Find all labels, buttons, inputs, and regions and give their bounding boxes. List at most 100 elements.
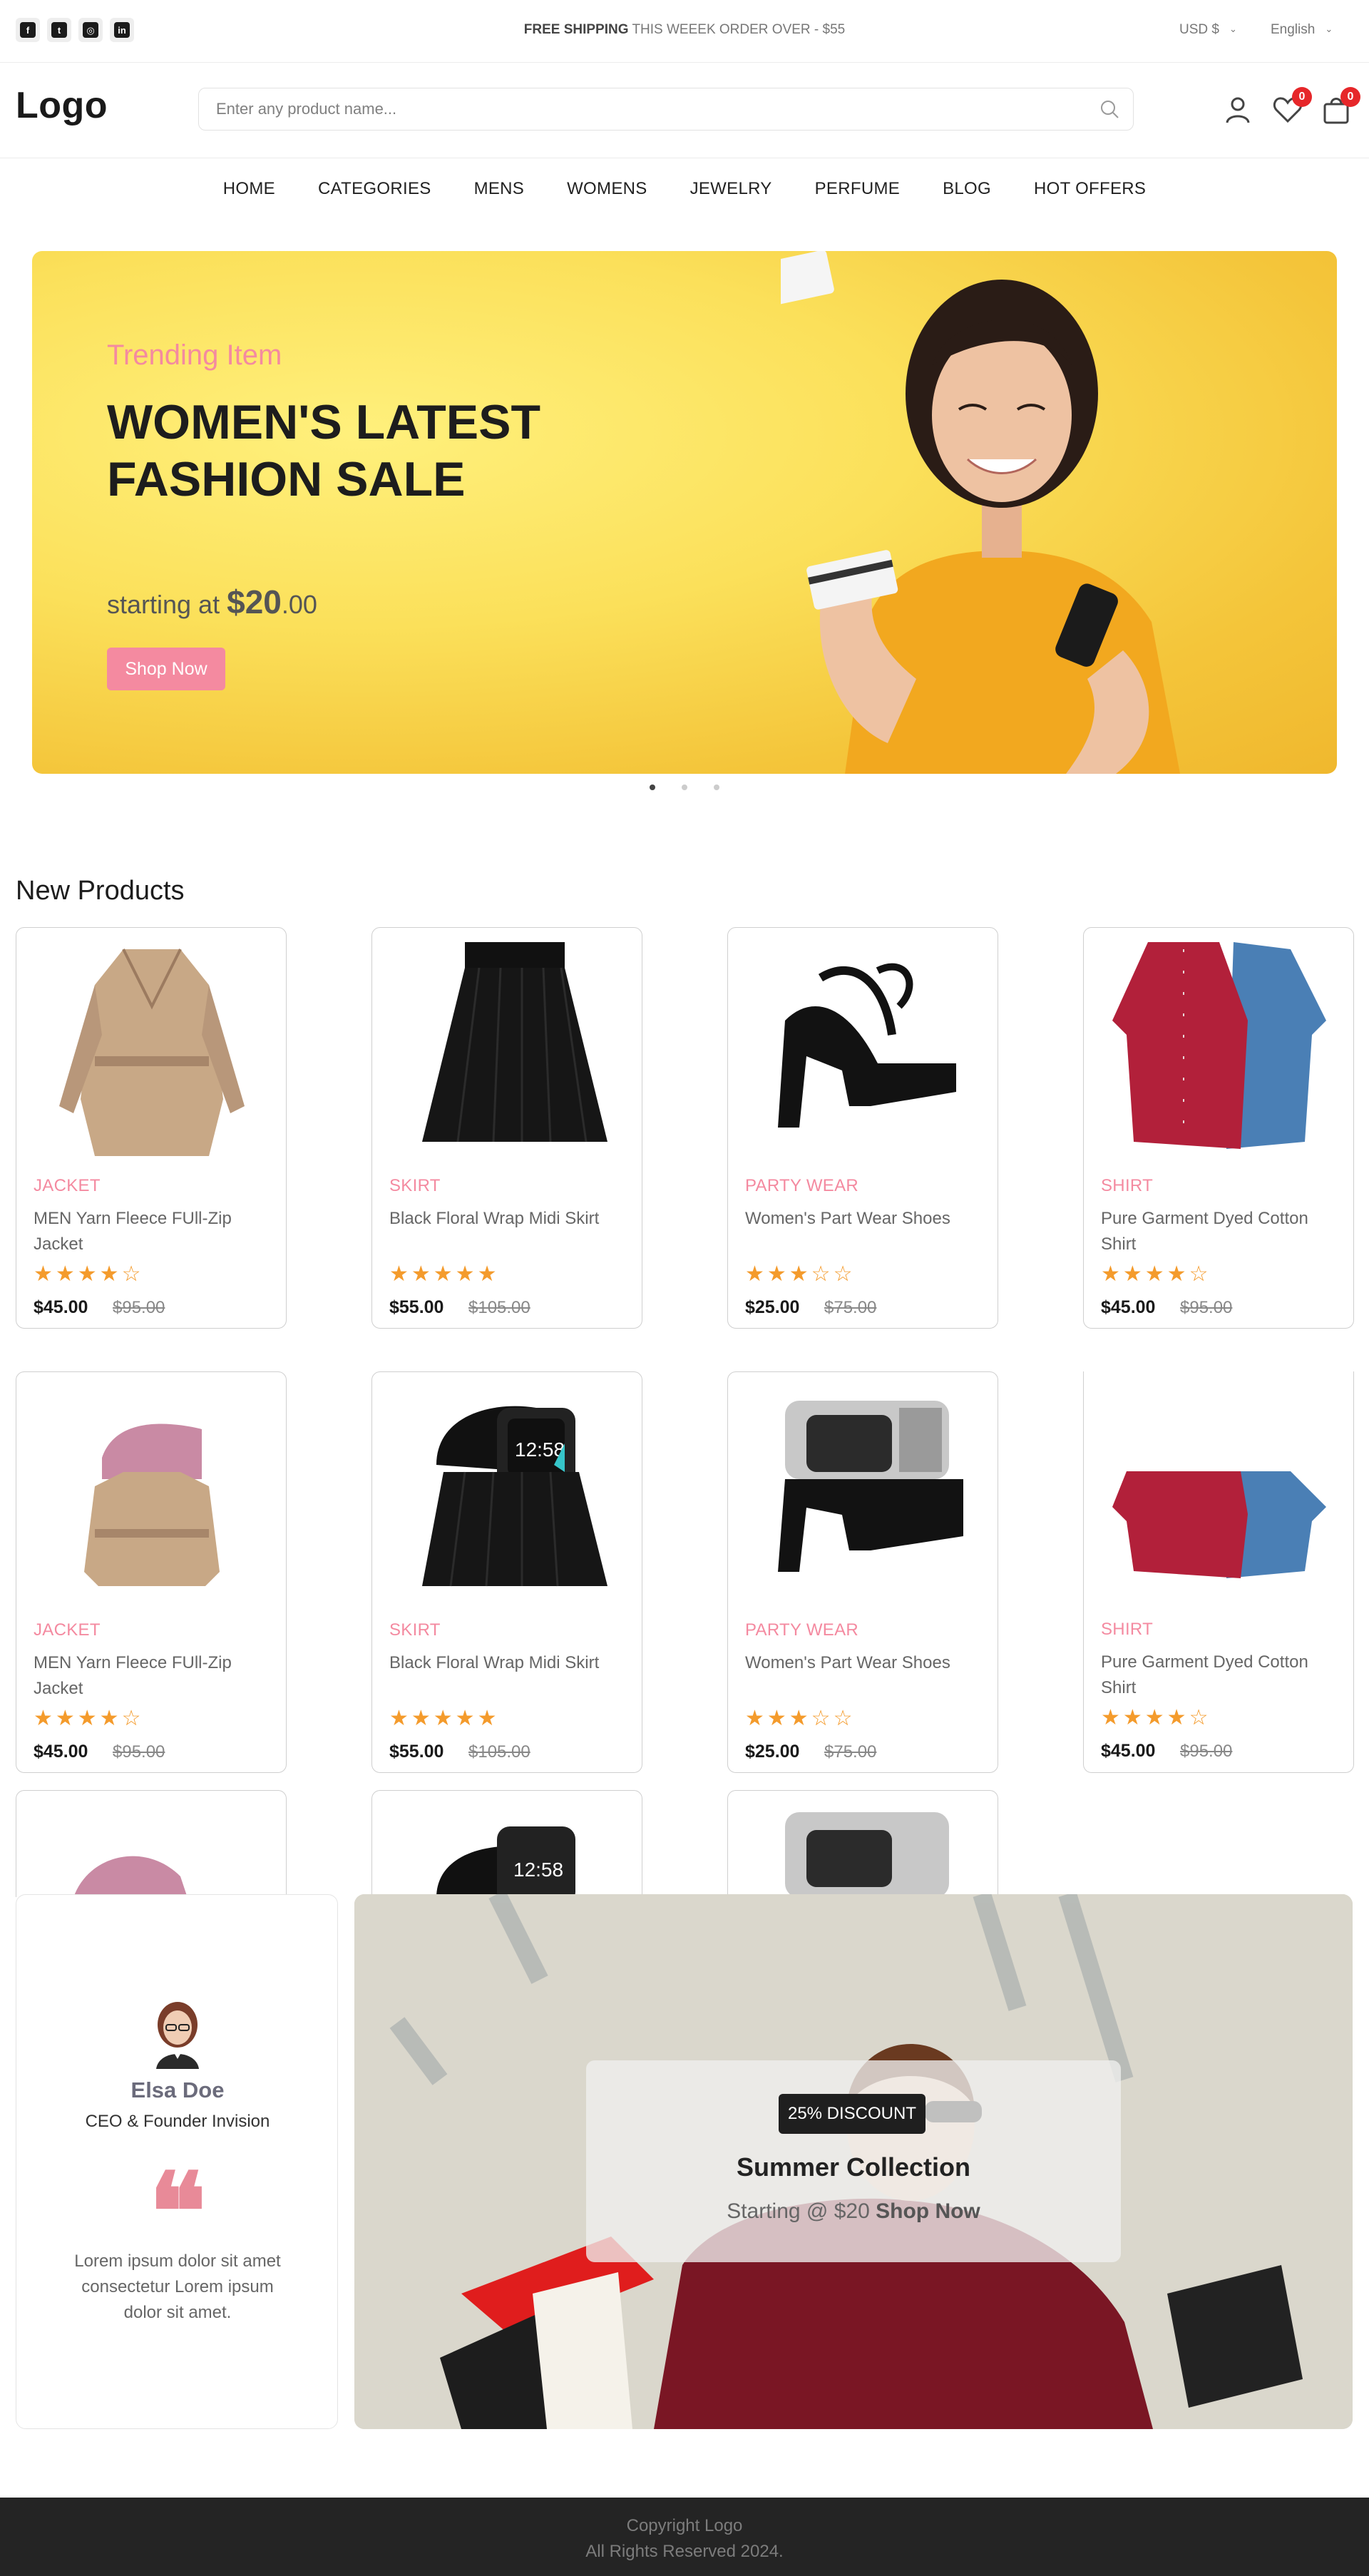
avatar <box>156 2002 199 2069</box>
product-name[interactable]: Black Floral Wrap Midi Skirt <box>389 1206 603 1232</box>
rating-stars: ★★★★☆ <box>34 1707 144 1730</box>
carousel-dot[interactable] <box>682 784 687 790</box>
search-icon[interactable] <box>1099 98 1120 120</box>
jacket-image <box>59 949 245 1156</box>
search-input[interactable] <box>216 88 1072 129</box>
hero-price-prefix: starting at <box>107 590 220 619</box>
banner-shop-now-link[interactable]: Shop Now <box>876 2199 980 2223</box>
nav-item-blog[interactable]: BLOG <box>943 179 991 199</box>
nav-item-jewelry[interactable]: JEWELRY <box>690 179 772 199</box>
product-name[interactable]: MEN Yarn Fleece FUll-Zip Jacket <box>34 1650 247 1702</box>
product-price: $45.00 <box>34 1742 88 1762</box>
hero-price-main: $20 <box>227 583 282 620</box>
product-price: $55.00 <box>389 1297 444 1317</box>
carousel-dot[interactable] <box>650 784 655 790</box>
product-category: JACKET <box>34 1176 101 1195</box>
product-card[interactable]: SHIRT Pure Garment Dyed Cotton Shirt ★★★… <box>1083 927 1354 1329</box>
product-name[interactable]: Women's Part Wear Shoes <box>745 1206 959 1232</box>
currency-select[interactable]: USD $ ⌄ <box>1179 22 1237 38</box>
rating-stars: ★★★☆☆ <box>745 1262 856 1286</box>
product-name[interactable]: MEN Yarn Fleece FUll-Zip Jacket <box>34 1206 247 1257</box>
shirt-image <box>1112 942 1326 1149</box>
nav-item-womens[interactable]: WOMENS <box>567 179 647 199</box>
jacket-image <box>84 1424 220 1586</box>
carousel-dot[interactable] <box>714 784 719 790</box>
testimonial-name: Elsa Doe <box>130 2077 225 2102</box>
cart-button[interactable]: 0 <box>1321 87 1360 126</box>
nav-item-categories[interactable]: CATEGORIES <box>318 179 431 199</box>
nav-item-hot-offers[interactable]: HOT OFFERS <box>1034 179 1146 199</box>
hero-model-image <box>781 251 1180 774</box>
hero-banner: Trending Item WOMEN'S LATEST FASHION SAL… <box>32 251 1337 774</box>
shop-now-button[interactable]: Shop Now <box>107 648 225 690</box>
product-category: PARTY WEAR <box>745 1176 859 1195</box>
product-price: $45.00 <box>34 1297 88 1317</box>
product-category: SKIRT <box>389 1176 441 1195</box>
product-name[interactable]: Black Floral Wrap Midi Skirt <box>389 1650 603 1676</box>
skirt-image: 12:58 <box>422 1406 607 1587</box>
testimonial-role: CEO & Founder Invision <box>85 2112 270 2131</box>
product-card[interactable]: SHIRT Pure Garment Dyed Cotton Shirt ★★★… <box>1083 1371 1354 1773</box>
footer: Copyright Logo All Rights Reserved 2024. <box>0 2498 1369 2576</box>
product-price: $55.00 <box>389 1742 444 1762</box>
banner-start-text: Starting @ $20 <box>727 2199 870 2223</box>
search-bar <box>198 88 1134 131</box>
product-category: SHIRT <box>1101 1620 1154 1639</box>
product-card[interactable]: 12:58 <box>371 1790 642 1897</box>
shirt-image <box>1112 1471 1326 1578</box>
nav-item-perfume[interactable]: PERFUME <box>815 179 900 199</box>
product-old-price: $95.00 <box>1180 1298 1233 1317</box>
jacket-image <box>73 1856 188 1897</box>
product-card[interactable]: PARTY WEAR Women's Part Wear Shoes ★★★☆☆… <box>727 1371 998 1773</box>
skirt-image <box>422 942 607 1143</box>
nav-item-mens[interactable]: MENS <box>474 179 525 199</box>
product-price: $25.00 <box>745 1742 800 1762</box>
logo[interactable]: Logo <box>16 84 108 127</box>
currency-value: USD $ <box>1179 22 1219 37</box>
product-name[interactable]: Pure Garment Dyed Cotton Shirt <box>1101 1206 1315 1257</box>
chevron-down-icon: ⌄ <box>1229 24 1237 34</box>
product-card[interactable]: JACKET MEN Yarn Fleece FUll-Zip Jacket ★… <box>16 927 287 1329</box>
testimonial-card: Elsa Doe CEO & Founder Invision ❝ Lorem … <box>16 1894 338 2429</box>
product-card[interactable]: PARTY WEAR Women's Part Wear Shoes ★★★☆☆… <box>727 927 998 1329</box>
shoes-image <box>778 963 956 1128</box>
product-name[interactable]: Pure Garment Dyed Cotton Shirt <box>1101 1650 1315 1701</box>
rating-stars: ★★★★★ <box>389 1262 500 1286</box>
product-old-price: $75.00 <box>824 1298 877 1317</box>
hero-price-cents: .00 <box>281 590 317 619</box>
cart-count-badge: 0 <box>1340 87 1360 107</box>
copyright-text: Copyright Logo <box>626 2516 743 2535</box>
language-select[interactable]: English ⌄ <box>1271 22 1333 38</box>
product-old-price: $105.00 <box>468 1298 530 1317</box>
shoes-image <box>778 1401 963 1572</box>
product-card[interactable] <box>16 1790 287 1897</box>
product-card[interactable]: 12:58 SKIRT Black Floral Wrap Midi Skirt… <box>371 1371 642 1773</box>
product-card[interactable]: JACKET MEN Yarn Fleece FUll-Zip Jacket ★… <box>16 1371 287 1773</box>
new-products-title: New Products <box>16 876 185 906</box>
product-price: $45.00 <box>1101 1741 1156 1761</box>
hero-title: WOMEN'S LATEST FASHION SALE <box>107 395 540 506</box>
shipping-notice: FREE SHIPPING THIS WEEEK ORDER OVER - $5… <box>0 22 1369 38</box>
nav-item-home[interactable]: HOME <box>223 179 275 199</box>
product-category: SKIRT <box>389 1620 441 1640</box>
main-nav: HOME CATEGORIES MENS WOMENS JEWELRY PERF… <box>0 158 1369 220</box>
product-price: $25.00 <box>745 1297 800 1317</box>
testimonial-text: Lorem ipsum dolor sit amet consectetur L… <box>74 2252 281 2322</box>
svg-text:12:58: 12:58 <box>515 1438 565 1461</box>
product-name[interactable]: Women's Part Wear Shoes <box>745 1650 959 1676</box>
shipping-bold: FREE SHIPPING <box>523 22 629 37</box>
product-card[interactable] <box>727 1790 998 1897</box>
user-icon[interactable] <box>1222 94 1253 126</box>
product-category: SHIRT <box>1101 1176 1154 1195</box>
watch-image <box>785 1812 949 1897</box>
discount-badge: 25% DISCOUNT <box>779 2094 926 2134</box>
rating-stars: ★★★★☆ <box>1101 1262 1211 1286</box>
wishlist-button[interactable]: 0 <box>1272 87 1312 126</box>
svg-text:12:58: 12:58 <box>513 1859 563 1881</box>
hero-subtitle: Trending Item <box>107 339 282 371</box>
product-old-price: $105.00 <box>468 1742 530 1762</box>
watch-image: 12:58 <box>436 1826 575 1897</box>
summer-collection-banner: 25% DISCOUNT Summer Collection Starting … <box>354 1894 1353 2429</box>
product-card[interactable]: SKIRT Black Floral Wrap Midi Skirt ★★★★★… <box>371 927 642 1329</box>
language-value: English <box>1271 22 1316 37</box>
